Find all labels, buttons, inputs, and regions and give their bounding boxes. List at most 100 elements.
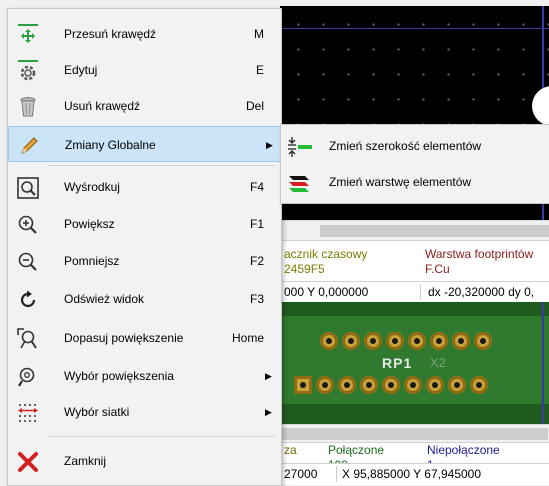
menu-item-label: Dopasuj powiększenie bbox=[64, 331, 184, 345]
menu-item-grid-select[interactable]: Wybór siatki ▶ bbox=[8, 394, 281, 430]
trash-icon bbox=[17, 96, 39, 118]
menu-item-label: Wyśrodkuj bbox=[64, 180, 120, 194]
pad[interactable] bbox=[430, 332, 448, 350]
zoom-center-icon bbox=[17, 177, 39, 199]
context-menu: Przesuń krawędź M Edytuj E Usuń krawędź … bbox=[7, 8, 282, 486]
pad[interactable] bbox=[452, 332, 470, 350]
zoom-out-icon bbox=[17, 251, 39, 273]
pad[interactable] bbox=[364, 332, 382, 350]
coordinates-bar: 000 Y 0,000000 dx -20,320000 dy 0, bbox=[280, 281, 549, 303]
scrollbar-thumb[interactable] bbox=[280, 428, 548, 440]
pad[interactable] bbox=[342, 332, 360, 350]
layer-change-icon bbox=[287, 172, 313, 194]
submenu-arrow-icon: ▶ bbox=[265, 407, 272, 417]
pad[interactable] bbox=[360, 376, 378, 394]
timestamp-value: 2459F5 bbox=[284, 262, 325, 276]
zoom-in-icon bbox=[17, 214, 39, 236]
menu-item-label: Pomniejsz bbox=[64, 254, 120, 268]
coordinates-abs: 000 Y 0,000000 bbox=[284, 285, 369, 299]
pad[interactable] bbox=[386, 332, 404, 350]
grid-select-icon bbox=[17, 402, 39, 424]
submenu-item-label: Zmień warstwę elementów bbox=[329, 175, 472, 189]
menu-item-center[interactable]: Wyśrodkuj F4 bbox=[8, 169, 281, 205]
zoom-select-icon bbox=[17, 366, 39, 388]
board-edge-line bbox=[542, 302, 544, 424]
global-changes-submenu: Zmień szerokość elementów Zmień warstwę … bbox=[280, 124, 549, 204]
refresh-icon bbox=[17, 289, 39, 311]
menu-item-label: Usuń krawędź bbox=[64, 99, 141, 113]
scrollbar-thumb[interactable] bbox=[320, 225, 549, 237]
menu-item-shortcut: F1 bbox=[249, 217, 264, 231]
menu-item-refresh-view[interactable]: Odśwież widok F3 bbox=[8, 281, 281, 317]
status-bar: 27000 X 95,885000 Y 67,945000 bbox=[280, 463, 549, 485]
menu-separator bbox=[48, 436, 276, 437]
board-edge-line bbox=[280, 28, 549, 29]
menu-item-label: Przesuń krawędź bbox=[64, 27, 157, 41]
footprint-layer-label: Warstwa footprintów bbox=[425, 247, 534, 261]
submenu-arrow-icon: ▶ bbox=[266, 140, 273, 150]
pad-row-bottom bbox=[294, 376, 488, 394]
pad-row-top bbox=[320, 332, 492, 350]
pad[interactable] bbox=[404, 376, 422, 394]
menu-item-shortcut: M bbox=[254, 27, 264, 41]
menu-item-zoom-out[interactable]: Pomniejsz F2 bbox=[8, 243, 281, 279]
close-icon bbox=[17, 451, 39, 473]
submenu-item-track-width[interactable]: Zmień szerokość elementów bbox=[281, 128, 549, 164]
coordinates-delta: dx -20,320000 dy 0, bbox=[428, 285, 535, 299]
menu-item-shortcut: Del bbox=[245, 99, 264, 113]
menu-separator bbox=[48, 165, 276, 166]
footprint-layer-value: F.Cu bbox=[425, 262, 450, 276]
pad[interactable] bbox=[408, 332, 426, 350]
menu-item-label: Zmiany Globalne bbox=[65, 138, 156, 152]
footprint-reference: RP1 bbox=[382, 355, 413, 371]
cursor-coordinates: X 95,885000 Y 67,945000 bbox=[342, 467, 482, 481]
pad[interactable] bbox=[320, 332, 338, 350]
menu-item-zoom-select[interactable]: Wybór powiększenia ▶ bbox=[8, 358, 281, 394]
pad[interactable] bbox=[316, 376, 334, 394]
pad[interactable] bbox=[426, 376, 444, 394]
pads-label: za bbox=[284, 443, 297, 457]
menu-item-label: Powiększ bbox=[64, 217, 115, 231]
edit-gear-icon bbox=[17, 60, 39, 82]
menu-item-zoom-fit[interactable]: Dopasuj powiększenie Home bbox=[8, 320, 281, 356]
menu-item-shortcut: E bbox=[255, 63, 264, 77]
track-width-icon bbox=[287, 136, 313, 158]
pad[interactable] bbox=[294, 376, 312, 394]
pencil-icon bbox=[18, 135, 40, 157]
menu-item-label: Odśwież widok bbox=[64, 292, 145, 306]
menu-item-label: Wybór powiększenia bbox=[64, 369, 174, 383]
menu-item-close[interactable]: Zamknij bbox=[8, 443, 281, 479]
unconnected-label: Niepołączone bbox=[427, 443, 500, 457]
pad[interactable] bbox=[448, 376, 466, 394]
submenu-item-label: Zmień szerokość elementów bbox=[329, 139, 482, 153]
pad[interactable] bbox=[470, 376, 488, 394]
menu-item-zoom-in[interactable]: Powiększ F1 bbox=[8, 206, 281, 242]
menu-item-label: Edytuj bbox=[64, 63, 98, 77]
submenu-arrow-icon: ▶ bbox=[265, 371, 272, 381]
menu-item-shortcut: F4 bbox=[249, 180, 264, 194]
menu-item-move-edge[interactable]: Przesuń krawędź M bbox=[8, 16, 281, 52]
connected-label: Połączone bbox=[328, 443, 385, 457]
zoom-fit-icon bbox=[17, 328, 39, 350]
move-icon bbox=[17, 24, 39, 46]
pad[interactable] bbox=[474, 332, 492, 350]
pad[interactable] bbox=[382, 376, 400, 394]
menu-item-shortcut: F2 bbox=[249, 254, 264, 268]
menu-item-global-changes[interactable]: Zmiany Globalne ▶ bbox=[8, 126, 281, 162]
status-separator bbox=[420, 284, 421, 300]
menu-item-edit[interactable]: Edytuj E bbox=[8, 52, 281, 88]
horizontal-scrollbar[interactable] bbox=[280, 220, 549, 241]
submenu-item-layer-change[interactable]: Zmień warstwę elementów bbox=[281, 164, 549, 200]
message-panel-footprint: acznik czasowy 2459F5 Warstwa footprintów… bbox=[280, 240, 549, 281]
menu-item-label: Wybór siatki bbox=[64, 405, 130, 419]
menu-item-label: Zamknij bbox=[64, 454, 107, 468]
menu-item-shortcut: Home bbox=[231, 331, 264, 345]
menu-item-shortcut: F3 bbox=[249, 292, 264, 306]
status-separator bbox=[336, 466, 337, 482]
zoom-value: 27000 bbox=[284, 467, 318, 481]
menu-item-delete-edge[interactable]: Usuń krawędź Del bbox=[8, 88, 281, 124]
pad[interactable] bbox=[338, 376, 356, 394]
message-panel-board: za Połączone199 Niepołączone1 bbox=[280, 442, 549, 472]
horizontal-scrollbar[interactable] bbox=[280, 424, 549, 443]
pcb-canvas-bottom[interactable]: RP1 X2 bbox=[280, 302, 549, 424]
